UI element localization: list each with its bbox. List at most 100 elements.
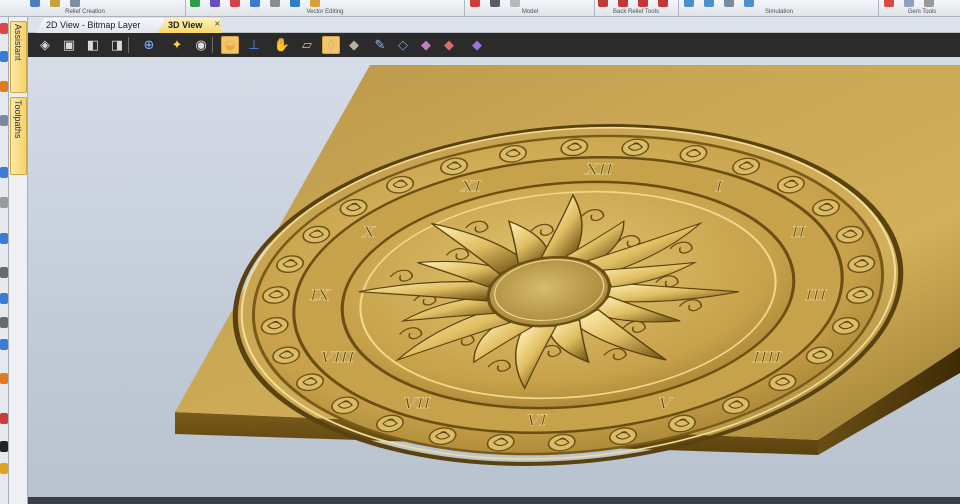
3d-viewport[interactable]: XII I II III IIII V VI VII VIII IX X XI bbox=[28, 57, 960, 497]
light-button[interactable]: ✦ bbox=[168, 36, 186, 54]
zoom-button[interactable]: ⊕ bbox=[140, 36, 158, 54]
material-icon: ▱ bbox=[302, 37, 312, 53]
ribbon-tool-icon[interactable] bbox=[684, 0, 694, 7]
relief-colour-button[interactable]: ◆ bbox=[440, 36, 458, 54]
iso-view-icon: ◈ bbox=[40, 37, 50, 53]
text-tool-icon[interactable] bbox=[0, 373, 8, 384]
ribbon-tool-icon[interactable] bbox=[230, 0, 240, 7]
ribbon-group-simulation[interactable]: Simulation bbox=[684, 0, 874, 17]
polyline-tool-icon[interactable] bbox=[0, 167, 8, 178]
toolpaths-panel-tab[interactable]: Toolpaths bbox=[10, 97, 27, 175]
wireframe-button[interactable]: ◆ bbox=[468, 36, 486, 54]
rectangle-tool-icon[interactable] bbox=[0, 267, 8, 278]
ribbon-tool-icon[interactable] bbox=[744, 0, 754, 7]
shaded-relief-icon: ◒ bbox=[224, 37, 236, 53]
tab-2d-label: 2D View - Bitmap Layer bbox=[46, 20, 141, 30]
ribbon-tool-icon[interactable] bbox=[618, 0, 628, 7]
relief-layer-icon: ◆ bbox=[421, 37, 431, 53]
ellipse-tool-icon[interactable] bbox=[0, 339, 8, 350]
ribbon-tool-icon[interactable] bbox=[510, 0, 520, 7]
ribbon-divider bbox=[594, 0, 595, 17]
ribbon-group-label: Vector Editing bbox=[306, 9, 344, 15]
ribbon-group-label: Back Relief Tools bbox=[613, 9, 659, 15]
star-tool-icon[interactable] bbox=[0, 317, 8, 328]
view-tab-bar: 2D View - Bitmap Layer 3D View × bbox=[28, 17, 960, 33]
roman-numeral: IIII bbox=[751, 349, 784, 366]
ribbon-group-label: Model bbox=[521, 9, 539, 15]
ribbon-group-relief-creation[interactable]: Relief Creation bbox=[30, 0, 140, 17]
brush-button[interactable]: ✎ bbox=[371, 36, 389, 54]
tab-3d-view[interactable]: 3D View bbox=[158, 18, 222, 33]
axes-icon: ⊥ bbox=[248, 37, 260, 53]
ribbon-tool-icon[interactable] bbox=[250, 0, 260, 7]
roman-numeral: XII bbox=[584, 161, 615, 178]
ribbon-tool-icon[interactable] bbox=[290, 0, 300, 7]
block-button[interactable]: ◆ bbox=[345, 36, 363, 54]
hand-button[interactable]: ✋ bbox=[273, 36, 291, 54]
side-dock: Assistant Toolpaths bbox=[9, 17, 28, 504]
circle-tool-icon[interactable] bbox=[0, 293, 8, 304]
layer-button[interactable]: ◇ bbox=[394, 36, 412, 54]
ribbon-group-back-relief-tools[interactable]: Back Relief Tools bbox=[598, 0, 674, 17]
curve-tool-icon[interactable] bbox=[0, 197, 8, 208]
gem-tools-icons bbox=[884, 0, 934, 7]
close-tab-icon[interactable]: × bbox=[214, 19, 221, 28]
eraser-tool-icon[interactable] bbox=[0, 441, 8, 452]
shaded-relief-button[interactable]: ◒ bbox=[221, 36, 239, 54]
spline-tool-icon[interactable] bbox=[0, 233, 8, 244]
ribbon-tool-icon[interactable] bbox=[884, 0, 894, 7]
ribbon-tool-icon[interactable] bbox=[470, 0, 480, 7]
ribbon-tool-icon[interactable] bbox=[490, 0, 500, 7]
eye-button[interactable]: ◉ bbox=[192, 36, 210, 54]
ribbon-tool-icon[interactable] bbox=[270, 0, 280, 7]
transform-tool-icon[interactable] bbox=[0, 81, 8, 92]
relief-layer-button[interactable]: ◆ bbox=[417, 36, 435, 54]
top-view-icon: ▣ bbox=[62, 37, 76, 53]
front-view-button[interactable]: ◧ bbox=[84, 36, 102, 54]
toolpaths-tab-label: Toolpaths bbox=[13, 100, 23, 139]
relief-creation-icons bbox=[30, 0, 80, 7]
ribbon-tool-icon[interactable] bbox=[658, 0, 668, 7]
ribbon-tool-icon[interactable] bbox=[724, 0, 734, 7]
material-button[interactable]: ▱ bbox=[298, 36, 316, 54]
ribbon-divider bbox=[464, 0, 465, 17]
right-view-button[interactable]: ◨ bbox=[108, 36, 126, 54]
ribbon-divider bbox=[185, 0, 186, 17]
ribbon-tool-icon[interactable] bbox=[310, 0, 320, 7]
ribbon-group-model[interactable]: Model bbox=[470, 0, 590, 17]
fill-tool-icon[interactable] bbox=[0, 463, 8, 474]
iso-view-button[interactable]: ◈ bbox=[36, 36, 54, 54]
ribbon-divider bbox=[878, 0, 879, 17]
brush-icon: ✎ bbox=[374, 37, 386, 53]
ribbon-tool-icon[interactable] bbox=[598, 0, 608, 7]
ribbon-tool-icon[interactable] bbox=[904, 0, 914, 7]
ribbon-tool-icon[interactable] bbox=[924, 0, 934, 7]
ribbon-tool-icon[interactable] bbox=[704, 0, 714, 7]
ribbon-tool-icon[interactable] bbox=[210, 0, 220, 7]
top-view-button[interactable]: ▣ bbox=[60, 36, 78, 54]
pointer-tool-icon[interactable] bbox=[0, 23, 8, 34]
ribbon-tool-icon[interactable] bbox=[50, 0, 60, 7]
ribbon-tool-icon[interactable] bbox=[70, 0, 80, 7]
assistant-panel-tab[interactable]: Assistant bbox=[10, 21, 27, 93]
ribbon-group-label: Simulation bbox=[764, 9, 793, 15]
axes-button[interactable]: ⊥ bbox=[245, 36, 263, 54]
back-relief-icons bbox=[598, 0, 668, 7]
ribbon-group-gem-tools[interactable]: Gem Tools bbox=[884, 0, 960, 17]
ribbon-tool-icon[interactable] bbox=[30, 0, 40, 7]
ribbon-group-vector-editing[interactable]: Vector Editing bbox=[190, 0, 460, 17]
node-tool-icon[interactable] bbox=[0, 51, 8, 62]
front-view-icon: ◧ bbox=[86, 37, 100, 53]
layer-icon: ◇ bbox=[398, 37, 408, 53]
ribbon-tool-icon[interactable] bbox=[638, 0, 648, 7]
ribbon-tool-icon[interactable] bbox=[190, 0, 200, 7]
line-tool-icon[interactable] bbox=[0, 115, 8, 126]
paint-tool-icon[interactable] bbox=[0, 413, 8, 424]
roman-numeral: VI bbox=[523, 412, 548, 429]
tab-2d-view[interactable]: 2D View - Bitmap Layer bbox=[36, 18, 166, 33]
zoom-icon: ⊕ bbox=[143, 37, 155, 53]
block-icon: ◆ bbox=[349, 37, 359, 53]
plane-button[interactable]: ◊ bbox=[322, 36, 340, 54]
roman-numeral: VIII bbox=[317, 349, 357, 366]
tab-3d-label: 3D View bbox=[168, 20, 203, 30]
